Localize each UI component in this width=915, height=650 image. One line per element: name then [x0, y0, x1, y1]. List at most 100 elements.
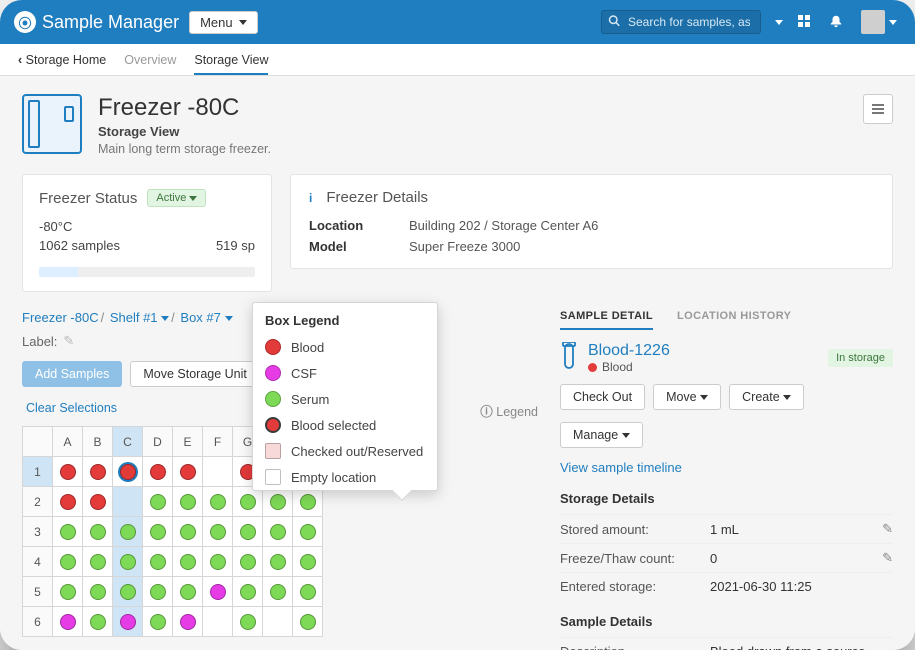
grid-cell[interactable]: [293, 547, 323, 577]
grid-cell[interactable]: [203, 457, 233, 487]
legend-item: Serum: [253, 386, 437, 412]
grid-cell[interactable]: [263, 607, 293, 637]
crumb-box[interactable]: Box #7: [180, 310, 232, 325]
grid-col-header[interactable]: D: [143, 427, 173, 457]
tab-location-history[interactable]: LOCATION HISTORY: [677, 310, 791, 330]
grid-cell[interactable]: [203, 577, 233, 607]
grid-cell[interactable]: [233, 607, 263, 637]
manage-button[interactable]: Manage: [560, 422, 643, 448]
add-samples-button[interactable]: Add Samples: [22, 361, 122, 387]
notifications-icon[interactable]: [825, 10, 847, 35]
grid-cell[interactable]: [113, 577, 143, 607]
grid-cell[interactable]: [143, 577, 173, 607]
grid-cell[interactable]: [293, 577, 323, 607]
grid-col-header[interactable]: B: [83, 427, 113, 457]
user-menu[interactable]: [857, 6, 901, 38]
page-menu-button[interactable]: [863, 94, 893, 124]
nav-storage-home[interactable]: ‹ Storage Home: [18, 53, 106, 67]
grid-row-header[interactable]: 6: [23, 607, 53, 637]
grid-cell[interactable]: [203, 547, 233, 577]
checkout-button[interactable]: Check Out: [560, 384, 645, 410]
move-storage-button[interactable]: Move Storage Unit: [130, 361, 260, 387]
grid-row-header[interactable]: 3: [23, 517, 53, 547]
grid-row-header[interactable]: 1: [23, 457, 53, 487]
nav-overview[interactable]: Overview: [124, 53, 176, 67]
grid-cell[interactable]: [143, 517, 173, 547]
grid-cell[interactable]: [233, 517, 263, 547]
grid-cell[interactable]: [113, 487, 143, 517]
edit-icon[interactable]: ✎: [882, 550, 893, 566]
grid-cell[interactable]: [113, 457, 143, 487]
search-input[interactable]: [601, 10, 761, 34]
grid-cell[interactable]: [203, 517, 233, 547]
grid-cell[interactable]: [173, 607, 203, 637]
model-value: Super Freeze 3000: [409, 239, 520, 254]
grid-cell[interactable]: [173, 487, 203, 517]
grid-cell[interactable]: [83, 547, 113, 577]
menu-button[interactable]: Menu: [189, 11, 258, 34]
grid-cell[interactable]: [293, 487, 323, 517]
status-badge[interactable]: Active: [147, 189, 206, 207]
grid-cell[interactable]: [263, 517, 293, 547]
crumb-freezer[interactable]: Freezer -80C: [22, 310, 99, 325]
grid-cell[interactable]: [53, 517, 83, 547]
label-label: Label:: [22, 334, 57, 349]
apps-icon[interactable]: [793, 10, 815, 35]
legend-toggle[interactable]: ⓘ Legend: [480, 401, 538, 420]
grid-cell[interactable]: [83, 577, 113, 607]
grid-cell[interactable]: [293, 517, 323, 547]
grid-row-header[interactable]: 5: [23, 577, 53, 607]
legend-title: Box Legend: [253, 303, 437, 334]
grid-cell[interactable]: [83, 487, 113, 517]
grid-col-header[interactable]: E: [173, 427, 203, 457]
grid-cell[interactable]: [143, 457, 173, 487]
edit-label-icon[interactable]: ✎: [63, 333, 74, 349]
brand[interactable]: ⦿ Sample Manager: [14, 11, 179, 33]
grid-cell[interactable]: [83, 607, 113, 637]
create-button[interactable]: Create: [729, 384, 804, 410]
grid-cell[interactable]: [173, 547, 203, 577]
grid-cell[interactable]: [173, 457, 203, 487]
grid-cell[interactable]: [143, 547, 173, 577]
grid-cell[interactable]: [53, 457, 83, 487]
grid-cell[interactable]: [143, 487, 173, 517]
grid-cell[interactable]: [113, 607, 143, 637]
grid-cell[interactable]: [233, 547, 263, 577]
grid-cell[interactable]: [83, 457, 113, 487]
sample-type: Blood: [588, 360, 670, 374]
grid-cell[interactable]: [203, 607, 233, 637]
clear-selections-link[interactable]: Clear Selections: [26, 401, 117, 420]
grid-cell[interactable]: [233, 577, 263, 607]
brand-logo-icon: ⦿: [14, 11, 36, 33]
grid-cell[interactable]: [263, 577, 293, 607]
grid-cell[interactable]: [173, 517, 203, 547]
grid-cell[interactable]: [53, 487, 83, 517]
capacity-bar: [39, 267, 255, 277]
search-scope-caret-icon[interactable]: [775, 20, 783, 25]
grid-row-header[interactable]: 2: [23, 487, 53, 517]
grid-cell[interactable]: [263, 487, 293, 517]
edit-icon[interactable]: ✎: [882, 521, 893, 537]
view-timeline-link[interactable]: View sample timeline: [560, 460, 893, 475]
sample-name-link[interactable]: Blood-1226: [588, 342, 670, 359]
grid-cell[interactable]: [83, 517, 113, 547]
grid-cell[interactable]: [263, 547, 293, 577]
grid-cell[interactable]: [53, 607, 83, 637]
grid-col-header[interactable]: F: [203, 427, 233, 457]
crumb-shelf[interactable]: Shelf #1: [110, 310, 169, 325]
grid-cell[interactable]: [143, 607, 173, 637]
grid-cell[interactable]: [233, 487, 263, 517]
grid-cell[interactable]: [53, 577, 83, 607]
grid-cell[interactable]: [203, 487, 233, 517]
grid-col-header[interactable]: C: [113, 427, 143, 457]
grid-cell[interactable]: [113, 547, 143, 577]
grid-cell[interactable]: [293, 607, 323, 637]
move-sample-button[interactable]: Move: [653, 384, 721, 410]
grid-cell[interactable]: [53, 547, 83, 577]
nav-storage-view[interactable]: Storage View: [194, 53, 268, 75]
grid-cell[interactable]: [113, 517, 143, 547]
grid-row-header[interactable]: 4: [23, 547, 53, 577]
grid-cell[interactable]: [173, 577, 203, 607]
grid-col-header[interactable]: A: [53, 427, 83, 457]
tab-sample-detail[interactable]: SAMPLE DETAIL: [560, 310, 653, 330]
